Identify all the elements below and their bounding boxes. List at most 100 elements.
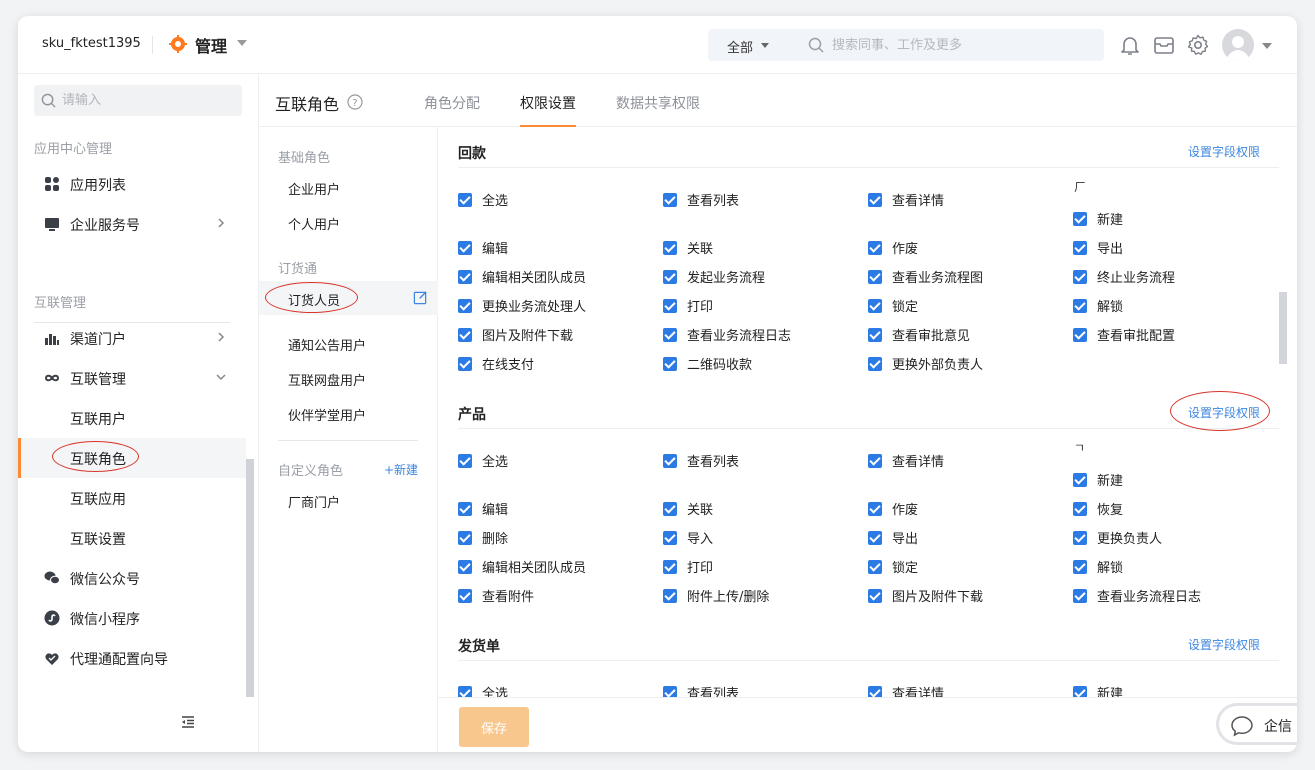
gear-icon[interactable] — [1186, 33, 1210, 57]
permission-checkbox[interactable]: 全选 — [458, 190, 508, 209]
permission-checkbox[interactable]: 查看审批配置 — [1073, 325, 1175, 344]
permission-checkbox[interactable]: 查看业务流程日志 — [1073, 586, 1201, 605]
permission-checkbox[interactable]: 查看详情 — [868, 683, 944, 697]
inbox-icon[interactable] — [1152, 33, 1176, 57]
permission-checkbox[interactable]: 编辑 — [458, 238, 508, 257]
sidebar-item-label: 互联用户 — [70, 412, 126, 428]
permission-checkbox[interactable]: 全选 — [458, 451, 508, 470]
role-item[interactable]: 厂商门户 — [288, 492, 340, 511]
permission-checkbox[interactable]: 附件上传/删除 — [663, 586, 769, 605]
permission-checkbox[interactable]: 更换业务流处理人 — [458, 296, 586, 315]
permission-checkbox[interactable]: 查看审批意见 — [868, 325, 970, 344]
sidebar-scrollbar[interactable] — [246, 459, 254, 697]
chevron-down-icon[interactable] — [237, 40, 247, 46]
divider — [458, 660, 1279, 661]
tab-data-sharing[interactable]: 数据共享权限 — [616, 93, 700, 113]
permission-checkbox[interactable]: 关联 — [663, 238, 713, 257]
sidebar-item-app-list[interactable]: 应用列表 — [18, 164, 246, 204]
gear-brand-icon — [169, 35, 187, 53]
permission-checkbox[interactable]: 恢复 — [1073, 499, 1123, 518]
edit-icon[interactable] — [413, 290, 428, 305]
chevron-right-icon — [218, 332, 225, 342]
save-button[interactable]: 保存 — [459, 707, 529, 747]
role-item[interactable]: 企业用户 — [288, 179, 340, 198]
sidebar-search-input[interactable] — [62, 90, 232, 111]
permission-checkbox[interactable]: 二维码收款 — [663, 354, 752, 373]
permission-checkbox[interactable]: 更换负责人 — [1073, 528, 1162, 547]
permission-checkbox[interactable]: 查看列表 — [663, 683, 739, 697]
permission-checkbox[interactable]: 作废 — [868, 499, 918, 518]
permission-checkbox[interactable]: 打印 — [663, 557, 713, 576]
sidebar-item-interconnect-apps[interactable]: 互联应用 — [18, 478, 246, 518]
content-scrollbar[interactable] — [1279, 292, 1287, 364]
role-item[interactable]: 通知公告用户 — [288, 335, 366, 354]
sidebar-item-channel-portal[interactable]: 渠道门户 — [18, 318, 246, 358]
account-name[interactable]: sku_fktest1395 — [42, 36, 141, 51]
field-permission-link[interactable]: 设置字段权限 — [1188, 143, 1260, 160]
permission-checkbox[interactable]: 锁定 — [868, 296, 918, 315]
permission-checkbox[interactable]: 打印 — [663, 296, 713, 315]
help-icon[interactable]: ? — [347, 94, 363, 110]
permission-checkbox[interactable]: 发起业务流程 — [663, 267, 765, 286]
chevron-down-icon[interactable] — [1262, 43, 1272, 49]
permission-checkbox[interactable]: 查看列表 — [663, 451, 739, 470]
permission-checkbox[interactable]: 新建 — [1073, 209, 1123, 228]
sidebar-item-wechat-official[interactable]: 微信公众号 — [18, 558, 246, 598]
chevron-down-icon[interactable] — [761, 43, 769, 48]
permission-checkbox[interactable]: 终止业务流程 — [1073, 267, 1175, 286]
new-role-button[interactable]: +新建 — [384, 461, 418, 478]
permission-checkbox[interactable]: 查看附件 — [458, 586, 534, 605]
field-permission-link[interactable]: 设置字段权限 — [1188, 636, 1260, 653]
permission-checkbox[interactable]: 导出 — [868, 528, 918, 547]
module-title[interactable]: 管理 — [195, 33, 227, 57]
bell-icon[interactable] — [1118, 33, 1142, 57]
sidebar-item-interconnect-settings[interactable]: 互联设置 — [18, 518, 246, 558]
sidebar-item-interconnect-roles[interactable]: 互联角色 — [18, 438, 246, 478]
search-scope-select[interactable]: 全部 — [727, 37, 753, 56]
avatar[interactable] — [1222, 29, 1254, 61]
tab-role-assignment[interactable]: 角色分配 — [424, 93, 480, 113]
collapse-menu-icon[interactable] — [180, 714, 196, 730]
permission-checkbox[interactable]: 解锁 — [1073, 557, 1123, 576]
permission-checkbox[interactable]: 在线支付 — [458, 354, 534, 373]
sidebar-item-label: 微信小程序 — [70, 612, 140, 628]
permission-checkbox[interactable]: 锁定 — [868, 557, 918, 576]
field-permission-link[interactable]: 设置字段权限 — [1188, 404, 1260, 421]
monitor-icon — [45, 218, 59, 231]
sidebar-search — [34, 85, 242, 116]
permission-checkbox[interactable]: 图片及附件下载 — [458, 325, 573, 344]
sidebar-item-wechat-mini[interactable]: 微信小程序 — [18, 598, 246, 638]
section-title: 回款 — [458, 146, 486, 162]
permission-checkbox[interactable]: 关联 — [663, 499, 713, 518]
sidebar-item-interconnect-users[interactable]: 互联用户 — [18, 398, 246, 438]
role-item[interactable]: 个人用户 — [288, 214, 340, 233]
role-item[interactable]: 伙伴学堂用户 — [288, 405, 366, 424]
permission-checkbox[interactable]: 图片及附件下载 — [868, 586, 983, 605]
permission-checkbox[interactable]: 更换外部负责人 — [868, 354, 983, 373]
tab-permission-settings[interactable]: 权限设置 — [520, 93, 576, 113]
permission-checkbox[interactable]: 编辑 — [458, 499, 508, 518]
permission-checkbox[interactable]: 查看业务流程图 — [868, 267, 983, 286]
permission-checkbox[interactable]: 导出 — [1073, 238, 1123, 257]
section-title: 发货单 — [458, 639, 500, 655]
permission-checkbox[interactable]: 全选 — [458, 683, 508, 697]
permission-checkbox[interactable]: 编辑相关团队成员 — [458, 267, 586, 286]
permission-checkbox[interactable]: 编辑相关团队成员 — [458, 557, 586, 576]
chat-widget[interactable]: 企信 — [1216, 703, 1297, 745]
sidebar-item-enterprise-service[interactable]: 企业服务号 — [18, 204, 246, 244]
permission-checkbox[interactable]: 解锁 — [1073, 296, 1123, 315]
permission-checkbox[interactable]: 查看列表 — [663, 190, 739, 209]
role-item-ordering-staff[interactable]: 订货人员 — [288, 290, 340, 309]
sidebar-item-interconnect-mgmt[interactable]: 互联管理 — [18, 358, 246, 398]
permission-checkbox[interactable]: 新建 — [1073, 470, 1123, 489]
permission-checkbox[interactable]: 删除 — [458, 528, 508, 547]
permission-checkbox[interactable]: 新建 — [1073, 683, 1123, 697]
permission-checkbox[interactable]: 查看详情 — [868, 451, 944, 470]
search-input[interactable] — [832, 34, 1082, 56]
role-item[interactable]: 互联网盘用户 — [288, 370, 366, 389]
permission-checkbox[interactable]: 查看业务流程日志 — [663, 325, 791, 344]
sidebar-item-agent-wizard[interactable]: 代理通配置向导 — [18, 638, 246, 678]
permission-checkbox[interactable]: 导入 — [663, 528, 713, 547]
permission-checkbox[interactable]: 作废 — [868, 238, 918, 257]
permission-checkbox[interactable]: 查看详情 — [868, 190, 944, 209]
